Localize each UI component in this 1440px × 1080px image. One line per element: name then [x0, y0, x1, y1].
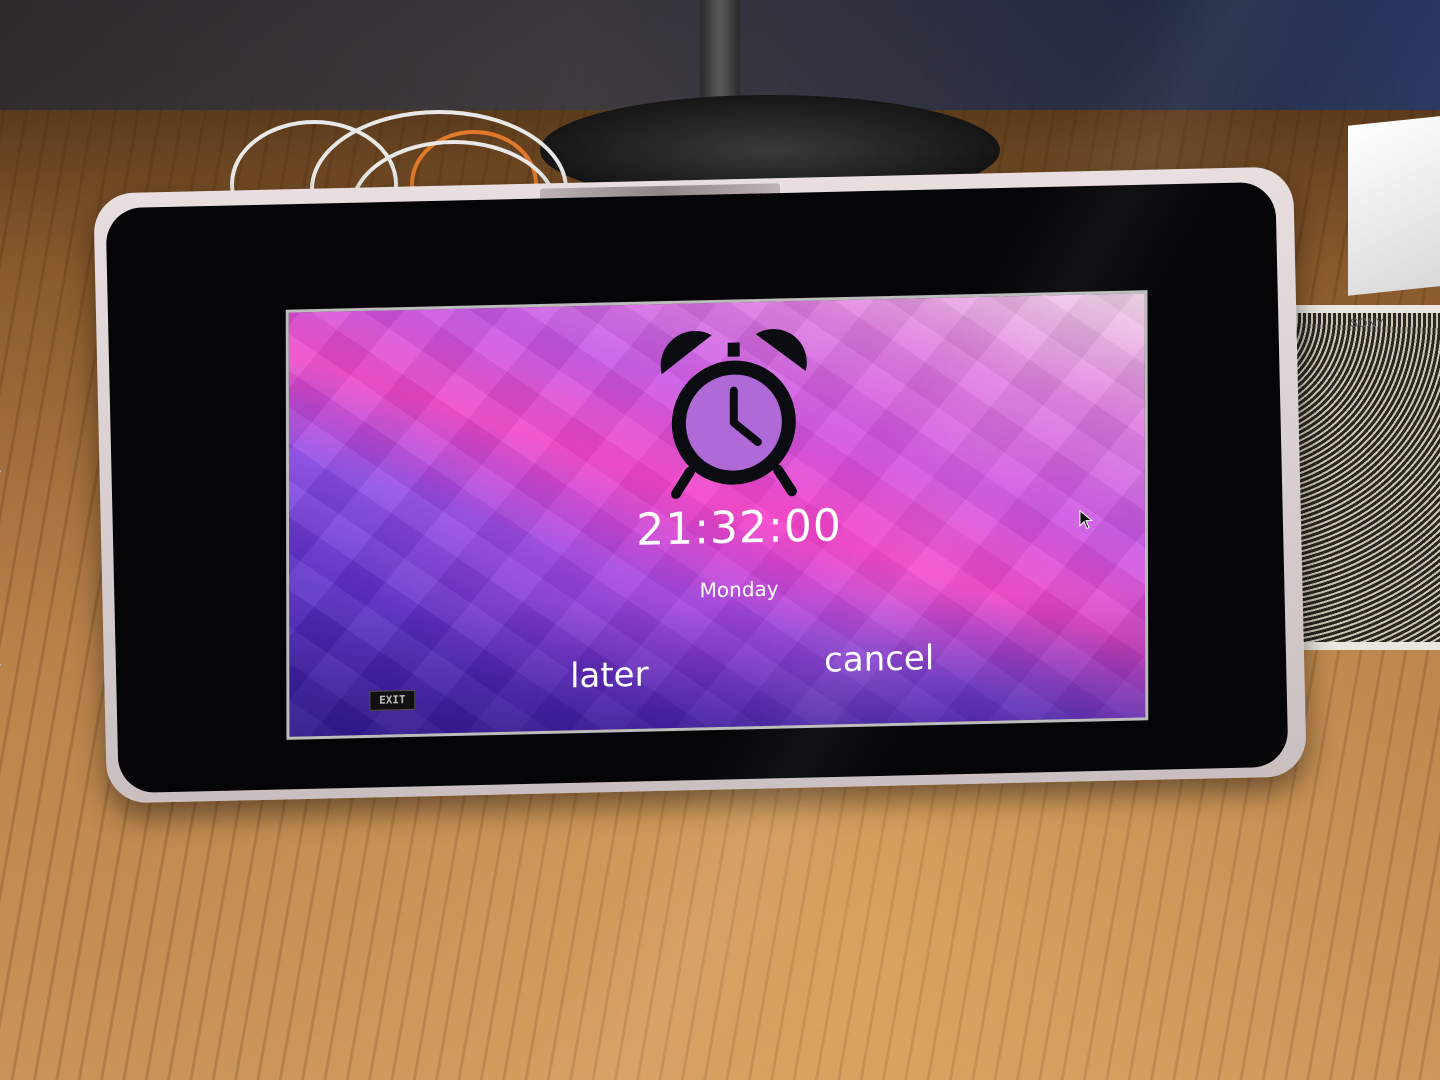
exit-button[interactable]: EXIT	[369, 689, 416, 711]
later-button[interactable]: later	[544, 649, 674, 702]
paper-card	[1348, 114, 1440, 296]
alarm-clock-icon	[660, 329, 807, 499]
touch-screen: 21:32:00 Monday later cancel EXIT	[285, 290, 1149, 740]
cancel-button[interactable]: cancel	[799, 633, 959, 687]
speaker-brand-label: SONY	[1350, 316, 1385, 330]
alarm-day: Monday	[699, 576, 779, 603]
alarm-time: 21:32:00	[636, 500, 842, 556]
alarm-screen: 21:32:00 Monday later cancel EXIT	[289, 293, 1146, 737]
mouse-pointer-icon	[1079, 509, 1093, 530]
